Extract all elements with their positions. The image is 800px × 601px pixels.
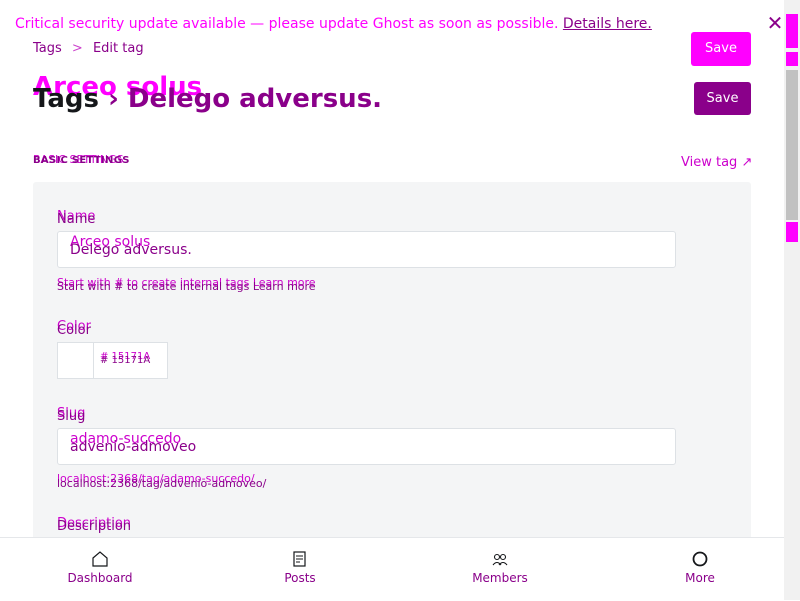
more-icon bbox=[692, 551, 708, 567]
save-button-overlay[interactable]: Save bbox=[691, 32, 751, 66]
nav-more-label: More bbox=[685, 571, 715, 585]
view-tag-link[interactable]: View tag ↗ bbox=[681, 155, 752, 170]
nav-posts-label: Posts bbox=[284, 571, 316, 585]
view-tag-label: View tag bbox=[681, 155, 738, 170]
description-label: Description bbox=[57, 519, 132, 534]
posts-icon bbox=[293, 551, 306, 567]
color-label: Color bbox=[57, 323, 91, 338]
scrollbar-marker bbox=[786, 14, 798, 48]
scrollbar[interactable] bbox=[784, 0, 800, 600]
name-label: Name bbox=[57, 212, 96, 227]
breadcrumb-edit-tag: Edit tag bbox=[92, 41, 144, 56]
slug-url[interactable]: localhost:2368/tag/advenio-admoveo/ bbox=[57, 477, 266, 490]
external-link-icon: ↗ bbox=[741, 155, 753, 170]
title-separator: › bbox=[108, 84, 119, 114]
title-tags-link[interactable]: Tags bbox=[33, 84, 99, 114]
nav-members[interactable]: Members bbox=[440, 538, 560, 601]
color-input[interactable]: # 15171A # 15171A bbox=[93, 342, 168, 379]
banner-message: Critical security update available — ple… bbox=[15, 16, 559, 32]
breadcrumb-separator: > bbox=[71, 41, 83, 56]
slug-label: Slug bbox=[57, 409, 86, 424]
name-hint: Start with # to create internal tags Lea… bbox=[57, 280, 316, 293]
section-heading: BASIC SETTINGS bbox=[33, 155, 130, 166]
slug-input-value: advenio-admoveo bbox=[70, 439, 197, 455]
breadcrumb-tags[interactable]: Tags bbox=[33, 41, 62, 56]
title-tag-name: Delego adversus. bbox=[127, 84, 383, 114]
page-title: Tags › Delego adversus. bbox=[33, 84, 382, 114]
name-input[interactable]: Arceo solus Delego adversus. bbox=[57, 231, 676, 268]
nav-dashboard-label: Dashboard bbox=[67, 571, 133, 585]
color-swatch[interactable] bbox=[57, 342, 94, 379]
bottom-navigation: Dashboard Posts Members More bbox=[0, 537, 784, 600]
nav-members-label: Members bbox=[472, 571, 528, 585]
close-icon[interactable]: ✕ bbox=[765, 13, 785, 33]
members-icon bbox=[492, 553, 508, 566]
color-input-value: # 15171A bbox=[100, 355, 151, 366]
slug-input[interactable]: adamo-succedo advenio-admoveo bbox=[57, 428, 676, 465]
scrollbar-thumb[interactable] bbox=[786, 70, 798, 220]
scroll-up-button[interactable] bbox=[786, 52, 798, 66]
banner-details-link[interactable]: Details here. bbox=[563, 16, 652, 32]
breadcrumb: Tags > Edit tag bbox=[33, 41, 150, 56]
nav-dashboard[interactable]: Dashboard bbox=[40, 538, 160, 601]
scrollbar-marker-lower bbox=[786, 222, 798, 242]
home-icon bbox=[92, 551, 108, 567]
nav-more[interactable]: More bbox=[640, 538, 760, 601]
nav-posts[interactable]: Posts bbox=[240, 538, 360, 601]
save-button[interactable]: Save bbox=[694, 82, 751, 115]
name-input-value: Delego adversus. bbox=[70, 242, 192, 258]
